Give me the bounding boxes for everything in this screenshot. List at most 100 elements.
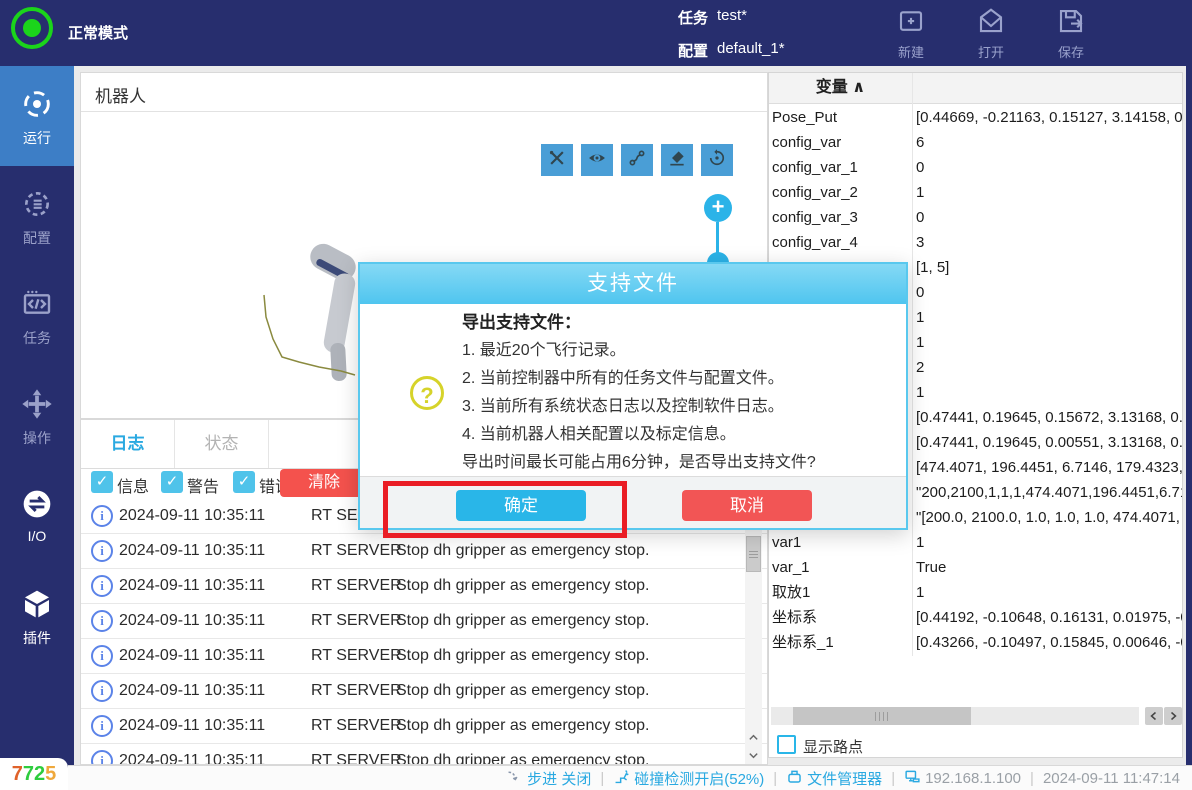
plus-icon: +: [712, 194, 725, 219]
info-icon: i: [91, 575, 113, 597]
variable-row[interactable]: config_var_43: [769, 230, 1182, 255]
log-scrollbar-thumb[interactable]: [746, 536, 761, 572]
badge-digit: 2: [34, 763, 45, 786]
scroll-up-button[interactable]: [745, 729, 762, 746]
sidebar-item-run[interactable]: 运行: [0, 66, 74, 166]
sidebar-item-plugin[interactable]: 插件: [0, 566, 74, 666]
log-message: Stop dh gripper as emergency stop.: [396, 743, 649, 765]
tools-icon: [547, 148, 567, 173]
open-file-icon: [976, 23, 1006, 40]
separator: |: [600, 770, 604, 787]
ip-address: 192.168.1.100: [925, 770, 1021, 787]
status-indicator-icon: [11, 7, 53, 49]
check-icon: ✓: [96, 473, 109, 490]
show-waypoints-label: 显示路点: [803, 736, 863, 757]
variables-header: 变量 ∧: [769, 73, 1182, 104]
file-manager-button[interactable]: 文件管理器: [786, 768, 882, 789]
top-bar: 正常模式 任务 test* 配置 default_1* 新建 打开 保存: [0, 0, 1192, 66]
filter-info-checkbox[interactable]: ✓: [91, 471, 113, 493]
variable-row[interactable]: var11: [769, 530, 1182, 555]
info-icon: i: [91, 645, 113, 667]
log-time: 2024-09-11 10:35:11: [119, 603, 265, 638]
app-window: 正常模式 任务 test* 配置 default_1* 新建 打开 保存 运行 …: [0, 0, 1192, 790]
variable-row[interactable]: 坐标系[0.44192, -0.10648, 0.16131, 0.01975,…: [769, 605, 1182, 630]
log-source: RT SERVER: [311, 743, 402, 765]
reset-view-button[interactable]: [701, 144, 733, 176]
step-mode-toggle[interactable]: 步进 关闭: [506, 768, 591, 789]
variable-row[interactable]: config_var_21: [769, 180, 1182, 205]
new-button[interactable]: 新建: [883, 6, 939, 61]
variable-row[interactable]: 坐标系_1[0.43266, -0.10497, 0.15845, 0.0064…: [769, 630, 1182, 655]
variables-collapse-toggle[interactable]: 变量 ∧: [769, 73, 912, 103]
log-time: 2024-09-11 10:35:11: [119, 638, 265, 673]
collision-detection-label: 碰撞检测开启(52%): [634, 768, 764, 789]
variable-row[interactable]: config_var_30: [769, 205, 1182, 230]
log-source: RT SERVER: [311, 568, 402, 603]
variables-h-scrollbar[interactable]: [771, 707, 1139, 725]
path-icon: [627, 148, 647, 173]
system-time: 2024-09-11 11:47:14: [1043, 770, 1180, 787]
new-file-icon: [896, 23, 926, 40]
sidebar-item-config[interactable]: 配置: [0, 166, 74, 266]
variable-row[interactable]: 取放11: [769, 580, 1182, 605]
log-scrollbar[interactable]: [745, 498, 762, 765]
log-time: 2024-09-11 10:35:11: [119, 708, 265, 743]
separator: |: [1030, 770, 1034, 787]
dialog-line: 3. 当前所有系统状态日志以及控制软件日志。: [462, 392, 784, 416]
log-time: 2024-09-11 10:35:11: [119, 673, 265, 708]
log-source: RT SERVER: [311, 603, 402, 638]
cancel-button[interactable]: 取消: [682, 490, 812, 521]
log-message: Stop dh gripper as emergency stop.: [396, 638, 649, 673]
scroll-down-button[interactable]: [745, 747, 762, 764]
save-button[interactable]: 保存: [1043, 6, 1099, 61]
sidebar-item-task[interactable]: 任务: [0, 266, 74, 366]
add-waypoint-button[interactable]: +: [704, 194, 732, 222]
variable-row[interactable]: config_var_10: [769, 155, 1182, 180]
log-row: i2024-09-11 10:35:11RT SERVERStop dh gri…: [81, 743, 767, 765]
filter-error-checkbox[interactable]: ✓: [233, 471, 255, 493]
tab-status[interactable]: 状态: [175, 420, 269, 468]
log-source: RT SERVER: [311, 638, 402, 673]
status-code-badge: 7725: [0, 758, 68, 790]
log-row: i 2024-09-11 10:35:11 RT SERVERStop dh gri…: [81, 603, 767, 639]
open-button[interactable]: 打开: [963, 6, 1019, 61]
variables-v-scrollbar[interactable]: [1186, 66, 1192, 790]
log-message: Stop dh gripper as emergency stop.: [396, 603, 649, 638]
show-waypoints-checkbox[interactable]: [777, 735, 796, 754]
network-status: 192.168.1.100: [904, 768, 1021, 789]
code-window-icon: [21, 307, 53, 324]
variable-row[interactable]: var_1True: [769, 555, 1182, 580]
filter-warning-checkbox[interactable]: ✓: [161, 471, 183, 493]
log-row: i 2024-09-11 10:35:11 RT SERVERStop dh gri…: [81, 638, 767, 674]
confirm-button[interactable]: 确定: [456, 490, 586, 521]
sidebar-item-label: 任务: [0, 328, 74, 348]
info-icon: i: [91, 540, 113, 562]
tools-button[interactable]: [541, 144, 573, 176]
tab-log[interactable]: 日志: [81, 420, 175, 468]
scroll-right-button[interactable]: [1164, 707, 1182, 725]
sidebar-item-io[interactable]: I/O: [0, 466, 74, 566]
eraser-button[interactable]: [661, 144, 693, 176]
sidebar-item-label: 插件: [0, 628, 74, 648]
info-icon: i: [91, 610, 113, 632]
visibility-button[interactable]: [581, 144, 613, 176]
dialog-line: 导出时间最长可能占用6分钟，是否导出支持文件?: [462, 448, 816, 472]
sidebar-item-operate[interactable]: 操作: [0, 366, 74, 466]
log-time: 2024-09-11 10:35:11: [119, 743, 265, 765]
log-row: i2024-09-11 10:35:11RT SERVERStop dh gri…: [81, 708, 767, 744]
sidebar-item-label: 操作: [0, 428, 74, 448]
variables-title: 变量: [816, 79, 848, 96]
config-label: 配置: [678, 40, 708, 61]
variable-row[interactable]: config_var6: [769, 130, 1182, 155]
info-icon: i: [91, 715, 113, 737]
eraser-icon: [667, 148, 687, 173]
variables-h-scrollbar-thumb[interactable]: [793, 707, 971, 725]
scroll-left-button[interactable]: [1145, 707, 1163, 725]
path-button[interactable]: [621, 144, 653, 176]
clear-log-button[interactable]: 清除: [280, 469, 368, 497]
separator: |: [773, 770, 777, 787]
dialog-heading: 导出支持文件：: [462, 308, 581, 333]
filter-info-label: 信息: [117, 473, 149, 497]
collision-detection-toggle[interactable]: 碰撞检测开启(52%): [613, 768, 764, 789]
variable-row[interactable]: Pose_Put[0.44669, -0.21163, 0.15127, 3.1…: [769, 105, 1182, 130]
